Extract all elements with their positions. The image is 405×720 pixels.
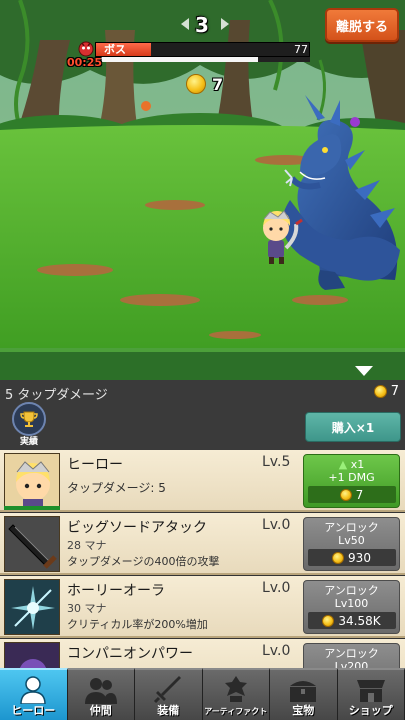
battle-scene[interactable]: 3 離脱する ボス 77 00:25 7: [0, 0, 405, 380]
row-mana: 30 マナ: [67, 602, 107, 615]
boss-hp-bar: [95, 42, 310, 57]
tab-equipment[interactable]: 装備: [135, 668, 203, 720]
unlock-level: Lv100: [334, 597, 369, 610]
tab-artifacts[interactable]: アーティファクト: [202, 668, 270, 720]
list-item: ビッグソードアタック Lv.0 28 マナ タップダメージの400倍の攻撃 アン…: [0, 513, 405, 575]
tab-treasure[interactable]: 宝物: [270, 668, 338, 720]
tab-shop[interactable]: ショップ: [337, 668, 405, 720]
holy-aura-icon: [4, 579, 60, 635]
tap-damage-label: 5 タップダメージ: [5, 388, 108, 403]
bottom-nav: ヒーロー 仲間 装備 アーティファクト 宝物 ショップ: [0, 668, 405, 720]
tab-label: アーティファクト: [204, 707, 268, 716]
unlock-cost: 34.58K: [307, 612, 396, 629]
unlock-level: Lv50: [338, 534, 365, 547]
total-gold: 7: [373, 384, 399, 399]
unlock-button[interactable]: アンロック Lv100 34.58K: [303, 580, 400, 634]
hero-skill-list[interactable]: ヒーロー Lv.5 タップダメージ: 5 ▲ x1 +1 DMG 7 ビッグソー…: [0, 450, 405, 668]
row-name: ホーリーオーラ: [67, 583, 165, 599]
upgrade-multiplier-label: x1: [350, 458, 365, 471]
boss-timer: 00:25: [67, 56, 103, 69]
stage-number: 3: [195, 13, 209, 37]
info-bar: 5 タップダメージ 7 実績 購入×1: [0, 380, 405, 450]
tab-label: 装備: [157, 704, 180, 717]
shop-icon: [338, 670, 405, 704]
row-description: タップダメージの400倍の攻撃: [67, 555, 220, 568]
unlock-label: アンロック: [324, 584, 379, 597]
list-item: コンパニオンパワー Lv.0 アンロック Lv200: [0, 639, 405, 668]
unlock-cost-value: 34.58K: [338, 613, 381, 628]
upgrade-cost: 7: [307, 486, 396, 503]
boss-hp-value: 77: [294, 43, 308, 56]
sword-icon: [135, 670, 202, 704]
row-name: ビッグソードアタック: [67, 520, 207, 536]
tab-label: 仲間: [89, 704, 112, 717]
leave-boss-button[interactable]: 離脱する: [325, 8, 399, 42]
hero-upgrade-button[interactable]: ▲ x1 +1 DMG 7: [303, 454, 400, 508]
gold-coin-icon: [373, 385, 387, 398]
gold-coin-icon: [186, 74, 206, 94]
row-mana: 28 マナ: [67, 539, 107, 552]
row-level: Lv.0: [262, 517, 291, 533]
list-item: ヒーロー Lv.5 タップダメージ: 5 ▲ x1 +1 DMG 7: [0, 450, 405, 512]
hero-icon: [0, 670, 67, 704]
stage-gold-value: 7: [212, 74, 224, 94]
upgrade-multiplier: ▲ x1: [304, 455, 399, 471]
list-item: ホーリーオーラ Lv.0 30 マナ クリティカル率が200%増加 アンロック …: [0, 576, 405, 638]
hero-portrait: [4, 453, 60, 509]
stage-gold: 7: [186, 74, 223, 94]
unlock-level: Lv200: [334, 660, 369, 668]
row-level: Lv.0: [262, 643, 291, 659]
upgrade-effect: +1 DMG: [328, 471, 375, 484]
tab-hero[interactable]: ヒーロー: [0, 668, 68, 720]
unlock-cost: 930: [307, 549, 396, 566]
gold-coin-icon: [322, 614, 335, 627]
row-description: タップダメージ: 5: [67, 481, 166, 495]
unlock-label: アンロック: [324, 521, 379, 534]
achievements-label: 実績: [19, 437, 38, 447]
trophy-icon: [12, 402, 46, 436]
companion-power-icon: [4, 642, 60, 668]
big-sword-icon: [4, 516, 60, 572]
tab-label: ショップ: [348, 704, 393, 717]
row-description: クリティカル率が200%増加: [67, 618, 208, 631]
tab-label: 宝物: [292, 704, 315, 717]
tab-label: ヒーロー: [11, 704, 56, 717]
boss-label: ボス: [104, 43, 126, 56]
up-arrow-icon: ▲: [338, 458, 348, 471]
buy-multiplier-button[interactable]: 購入×1: [305, 412, 401, 442]
boss-timer-bar: [95, 57, 310, 62]
gold-coin-icon: [339, 488, 352, 501]
gold-coin-icon: [332, 551, 345, 564]
total-gold-value: 7: [390, 384, 399, 399]
upgrade-cost-value: 7: [355, 487, 364, 502]
row-level: Lv.0: [262, 580, 291, 596]
row-name: ヒーロー: [67, 457, 123, 473]
artifact-icon: [203, 670, 270, 704]
unlock-button[interactable]: アンロック Lv200: [303, 643, 400, 668]
row-name: コンパニオンパワー: [67, 646, 193, 662]
collapse-arrow-icon[interactable]: [355, 366, 373, 376]
achievements-button[interactable]: 実績: [10, 402, 48, 447]
treasure-icon: [270, 670, 337, 704]
boss-timer-fill: [95, 57, 259, 62]
hero-hp-strip: [4, 506, 60, 510]
unlock-cost-value: 930: [348, 550, 371, 565]
row-level: Lv.5: [262, 454, 291, 470]
tab-companions[interactable]: 仲間: [67, 668, 135, 720]
companions-icon: [68, 670, 135, 704]
unlock-label: アンロック: [324, 647, 379, 660]
boss-skull-icon: [78, 41, 94, 57]
unlock-button[interactable]: アンロック Lv50 930: [303, 517, 400, 571]
